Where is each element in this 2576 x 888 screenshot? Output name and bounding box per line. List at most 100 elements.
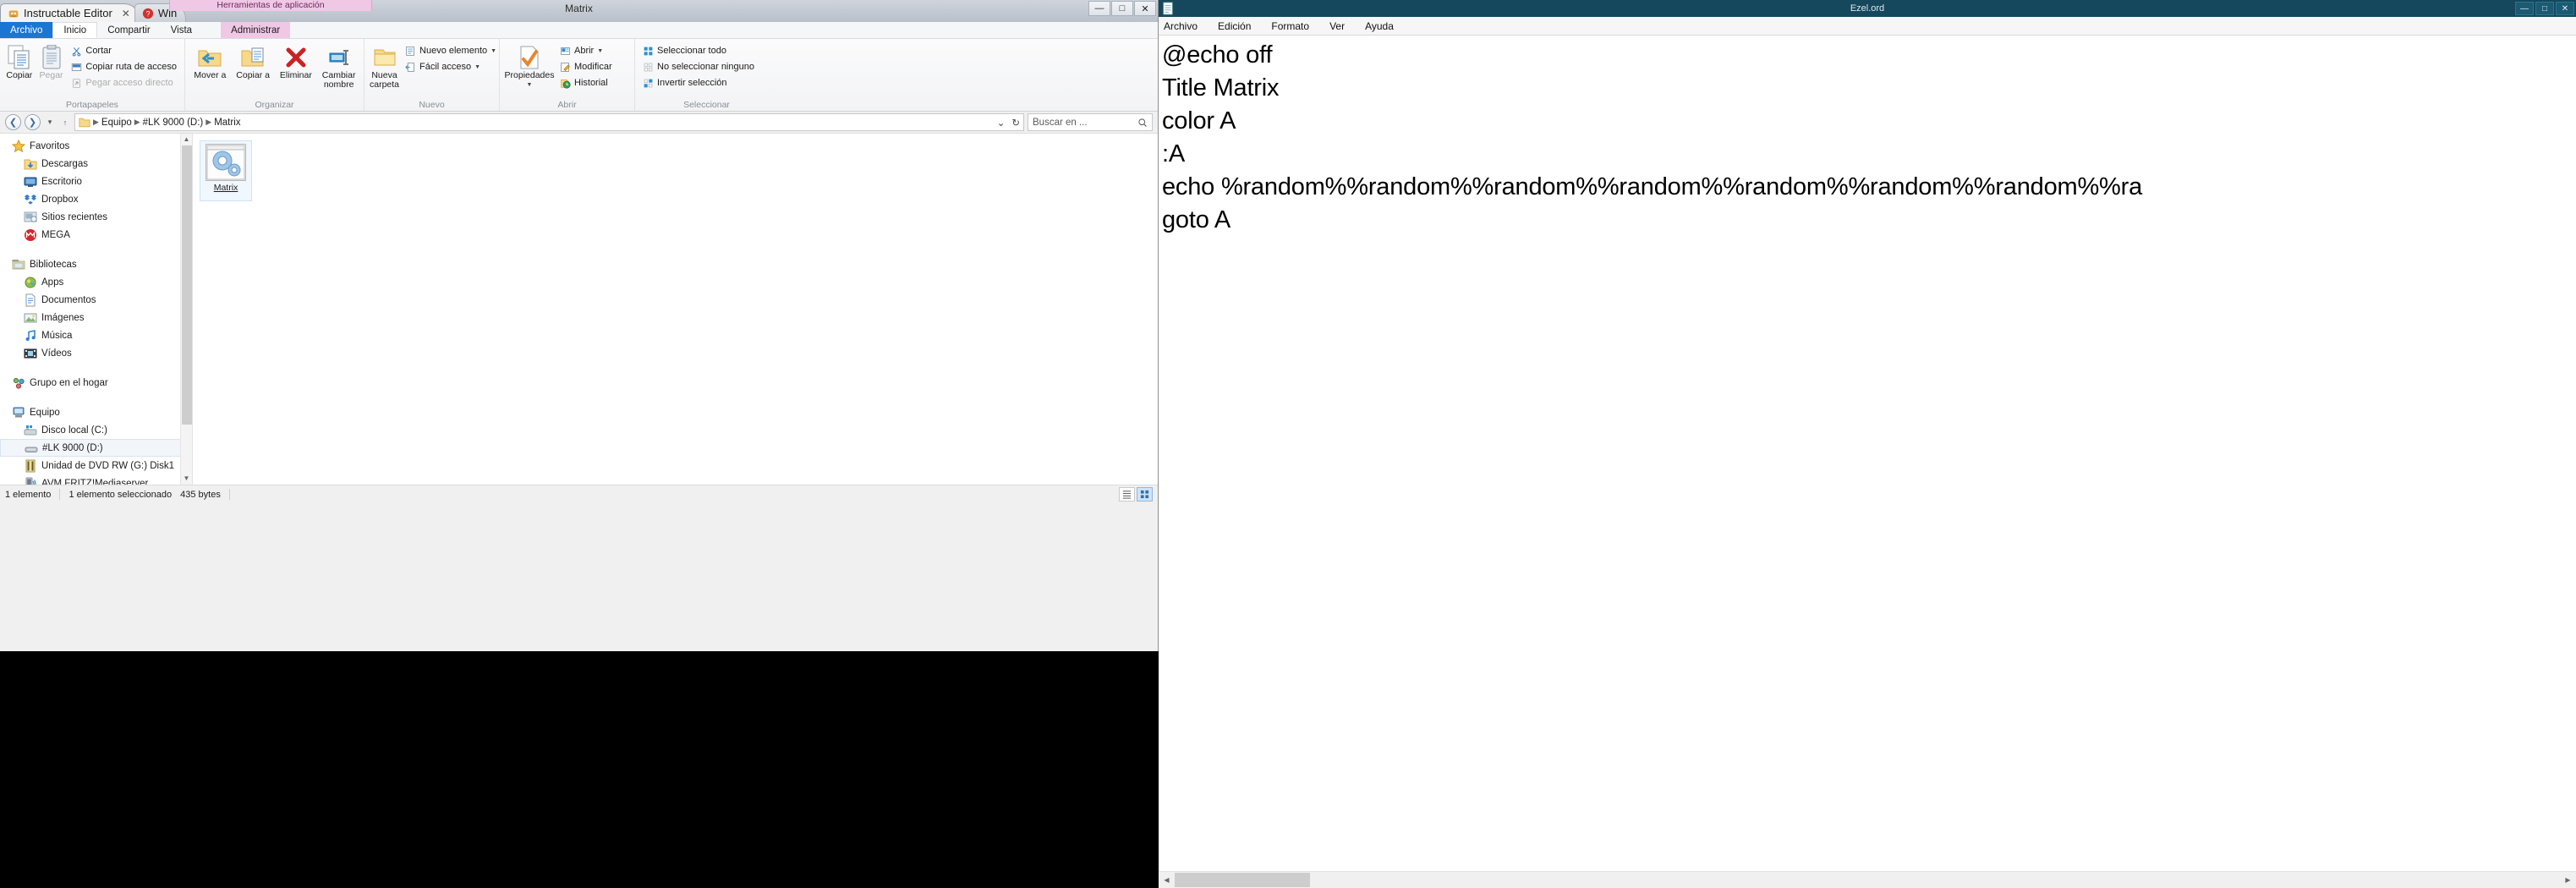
invert-selection-button[interactable]: Invertir selección [640,75,757,90]
search-placeholder: Buscar en ... [1033,117,1088,128]
sidebar-item-im-genes[interactable]: Imágenes [0,309,192,326]
ribbon-tab-compartir[interactable]: Compartir [97,22,160,38]
recent-places-icon [24,211,37,222]
paste-shortcut-button[interactable]: Pegar acceso directo [69,75,179,90]
paste-button[interactable]: Pegar [37,41,66,80]
sidebar-item-label: Imágenes [41,312,85,323]
file-list-pane[interactable]: Matrix [193,134,1158,485]
scroll-track[interactable] [1175,872,2560,888]
sidebar-item-descargas[interactable]: Descargas [0,155,192,173]
sidebar-item-equipo[interactable]: Equipo [0,403,192,421]
status-item-count: 1 elemento [5,489,52,500]
copy-path-button[interactable]: Copiar ruta de acceso [69,59,179,74]
sidebar-item-grupo-en-el-hogar[interactable]: Grupo en el hogar [0,374,192,392]
menu-ver[interactable]: Ver [1329,20,1345,32]
breadcrumb-item-matrix[interactable]: Matrix [214,118,240,128]
notepad-file-title: Ezel.ord [1850,3,1885,14]
cut-label: Cortar [85,46,112,56]
sidebar-item-favoritos[interactable]: Favoritos [0,137,192,155]
status-divider [228,489,230,500]
cut-button[interactable]: Cortar [69,43,179,58]
new-folder-button[interactable]: Nueva carpeta [370,41,399,90]
sidebar-item-bibliotecas[interactable]: Bibliotecas [0,255,192,273]
nav-scrollbar[interactable]: ▲ ▼ [180,134,192,485]
menu-ayuda[interactable]: Ayuda [1365,20,1394,32]
search-input[interactable]: Buscar en ... [1028,113,1153,131]
history-button[interactable]: Historial [557,75,615,90]
desktop-icon [24,177,37,187]
open-button[interactable]: Abrir ▼ [557,43,615,58]
rename-button[interactable]: Cambiar nombre [319,41,359,90]
notepad-horizontal-scrollbar[interactable]: ◀ ▶ [1159,871,2576,888]
maximize-button[interactable]: □ [1111,1,1133,16]
chevron-down-icon[interactable]: ▼ [474,64,480,70]
sidebar-item-dropbox[interactable]: Dropbox [0,190,192,208]
breadcrumb-item-equipo[interactable]: Equipo [101,118,132,128]
notepad-text-area[interactable]: @echo off Title Matrix color A:A echo %rand… [1159,36,2576,869]
sidebar-item-documentos[interactable]: Documentos [0,291,192,309]
menu-edicion[interactable]: Edición [1218,20,1251,32]
minimize-button[interactable]: — [2515,2,2534,15]
ribbon-tab-inicio[interactable]: Inicio [52,22,98,38]
sidebar-item-avm-fritz-mediaserver[interactable]: AVM FRITZ!Mediaserver [0,474,192,485]
sidebar-item-mega[interactable]: MEGA [0,226,192,244]
details-view-icon[interactable] [1119,487,1135,502]
new-folder-icon [372,44,397,71]
move-to-button[interactable]: Mover a [190,41,230,80]
copy-button[interactable]: Copiar [5,41,34,80]
menu-archivo[interactable]: Archivo [1164,20,1198,32]
scroll-down-icon[interactable]: ▼ [181,473,192,485]
scroll-right-icon[interactable]: ▶ [2560,872,2576,888]
ribbon-tab-administrar[interactable]: Administrar [221,22,291,38]
sidebar-item-lk-9000-d[interactable]: #LK 9000 (D:) [0,439,192,457]
chevron-down-icon[interactable]: ▼ [491,48,496,54]
ribbon-tab-vista[interactable]: Vista [161,22,202,38]
sidebar-item-unidad-de-dvd-rw-g-disk1[interactable]: Unidad de DVD RW (G:) Disk1 [0,457,192,474]
new-item-button[interactable]: Nuevo elemento ▼ [403,43,499,58]
edit-button[interactable]: Modificar [557,59,615,74]
close-icon[interactable]: ✕ [122,8,130,19]
sidebar-item-v-deos[interactable]: Vídeos [0,344,192,362]
nav-group-gap [0,362,192,374]
scroll-thumb[interactable] [1175,873,1310,887]
up-button[interactable]: ↑ [59,118,71,127]
back-button[interactable]: ❮ [5,114,21,130]
minimize-button[interactable]: — [1088,1,1110,16]
chevron-down-icon[interactable]: ▼ [527,80,533,90]
tab-instructable-editor[interactable]: Instructable Editor ✕ [0,3,140,22]
refresh-icon[interactable]: ↻ [1011,117,1020,129]
list-item[interactable]: Matrix [200,140,252,201]
sidebar-item-label: Disco local (C:) [41,425,107,436]
ribbon-tab-archivo[interactable]: Archivo [0,22,53,38]
sidebar-item-sitios-recientes[interactable]: Sitios recientes [0,208,192,226]
paste-shortcut-label: Pegar acceso directo [85,78,173,88]
properties-button[interactable]: Propiedades ▼ [505,41,554,90]
breadcrumb-item-drive[interactable]: #LK 9000 (D:) [143,118,204,128]
recent-locations-button[interactable]: ▾ [44,118,56,127]
move-to-icon [197,44,222,71]
paste-shortcut-icon [73,78,81,88]
sidebar-item-m-sica[interactable]: Música [0,326,192,344]
sidebar-item-disco-local-c[interactable]: Disco local (C:) [0,421,192,439]
scroll-left-icon[interactable]: ◀ [1159,872,1175,888]
copy-to-button[interactable]: Copiar a [233,41,273,80]
delete-button[interactable]: Eliminar [277,41,316,80]
scroll-thumb[interactable] [182,145,192,425]
new-item-icon [406,46,414,56]
chevron-down-icon[interactable]: ▼ [597,48,603,54]
menu-formato[interactable]: Formato [1271,20,1309,32]
select-none-button[interactable]: No seleccionar ninguno [640,59,757,74]
chevron-down-icon[interactable]: ⌄ [997,117,1006,129]
scroll-up-icon[interactable]: ▲ [181,134,192,145]
easy-access-button[interactable]: Fácil acceso ▼ [403,59,499,74]
select-all-label: Seleccionar todo [657,46,726,56]
breadcrumb[interactable]: ▶ Equipo ▶ #LK 9000 (D:) ▶ Matrix ⌄ ↻ [74,113,1024,131]
large-icons-view-icon[interactable] [1137,487,1153,502]
maximize-button[interactable]: □ [2535,2,2554,15]
sidebar-item-apps[interactable]: Apps [0,273,192,291]
forward-button[interactable]: ❯ [25,114,41,130]
close-button[interactable]: ✕ [1134,1,1156,16]
close-button[interactable]: ✕ [2556,2,2574,15]
select-all-button[interactable]: Seleccionar todo [640,43,757,58]
sidebar-item-escritorio[interactable]: Escritorio [0,173,192,190]
